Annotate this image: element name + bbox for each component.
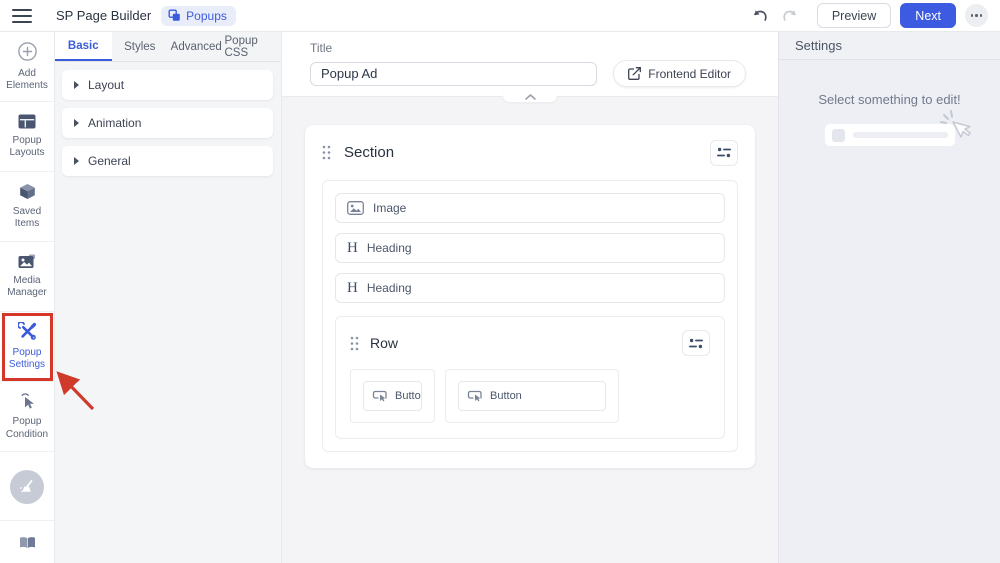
plus-circle-icon <box>17 41 38 62</box>
element-image[interactable]: Image <box>335 193 725 223</box>
skeleton-line <box>853 132 948 138</box>
element-label: Heading <box>367 241 412 255</box>
row-options-button[interactable] <box>682 330 710 356</box>
popup-title-input[interactable] <box>310 62 597 86</box>
title-label: Title <box>310 41 746 55</box>
layout-icon <box>18 114 36 129</box>
drag-handle-icon[interactable] <box>322 145 331 160</box>
edit-external-icon <box>628 67 641 80</box>
cleaner-avatar-button[interactable] <box>10 470 44 504</box>
frontend-editor-label: Frontend Editor <box>648 67 731 81</box>
skeleton-bar <box>825 124 955 146</box>
sidebar-item-label: Popup Settings <box>2 347 52 372</box>
preview-button[interactable]: Preview <box>817 3 891 28</box>
popups-badge-label: Popups <box>186 9 227 23</box>
image-icon <box>347 201 364 215</box>
row-column: Butto <box>350 369 435 423</box>
sidebar-item-label: Saved Items <box>2 206 52 231</box>
heading-icon: H <box>347 241 358 256</box>
element-heading[interactable]: H Heading <box>335 233 725 263</box>
sidebar-item-label: Popup Layouts <box>2 135 52 160</box>
sidebar-item-popup-condition[interactable]: Popup Condition <box>0 382 54 452</box>
heading-icon: H <box>347 281 358 296</box>
accordion-animation[interactable]: Animation <box>62 108 273 138</box>
frontend-editor-button[interactable]: Frontend Editor <box>613 60 746 87</box>
settings-panel: Settings Select something to edit! <box>778 32 1000 563</box>
tools-icon <box>18 322 37 341</box>
sidebar-item-label: Add Elements <box>2 68 52 93</box>
empty-state-message: Select something to edit! <box>779 92 1000 107</box>
element-label: Butto <box>395 390 421 402</box>
sidebar-item-popup-layouts[interactable]: Popup Layouts <box>0 102 54 172</box>
popups-badge[interactable]: Popups <box>161 6 236 26</box>
sidebar-item-add-elements[interactable]: Add Elements <box>0 32 54 102</box>
element-button[interactable]: Button <box>458 381 606 411</box>
cube-icon <box>19 183 36 200</box>
app-title: SP Page Builder <box>56 8 151 23</box>
sidebar-item-saved-items[interactable]: Saved Items <box>0 172 54 242</box>
element-heading[interactable]: H Heading <box>335 273 725 303</box>
caret-right-icon <box>74 157 79 165</box>
skeleton-square <box>832 129 845 142</box>
tab-bar: Basic Styles Advanced Popup CSS <box>55 32 281 62</box>
top-bar: SP Page Builder Popups Preview Next <box>0 0 1000 32</box>
caret-right-icon <box>74 81 79 89</box>
settings-tab-panel: Basic Styles Advanced Popup CSS Layout A… <box>55 32 282 563</box>
undo-icon[interactable] <box>752 9 769 22</box>
section-title: Section <box>344 144 394 161</box>
sidebar-item-label: Popup Condition <box>2 416 52 441</box>
menu-icon[interactable] <box>12 9 32 23</box>
element-label: Image <box>373 201 406 215</box>
sliders-icon <box>717 147 731 158</box>
sidebar-item-popup-settings[interactable]: Popup Settings <box>0 312 54 382</box>
broom-icon <box>19 479 35 495</box>
accordion-label: Layout <box>88 78 124 92</box>
row-block: Row <box>335 316 725 439</box>
button-icon <box>372 390 388 402</box>
tab-popup-css[interactable]: Popup CSS <box>225 32 282 61</box>
book-icon <box>19 536 36 549</box>
tab-styles[interactable]: Styles <box>112 32 169 61</box>
accordion-label: General <box>88 154 131 168</box>
collapse-header-button[interactable] <box>503 88 557 102</box>
row-column: Button <box>445 369 619 423</box>
accordion-label: Animation <box>88 116 141 130</box>
settings-panel-title: Settings <box>779 32 1000 60</box>
element-label: Heading <box>367 281 412 295</box>
documentation-button[interactable] <box>0 520 54 563</box>
row-title: Row <box>370 335 398 351</box>
popup-window-icon <box>168 9 181 22</box>
tab-basic[interactable]: Basic <box>55 32 112 61</box>
media-image-icon <box>18 254 36 269</box>
drag-handle-icon[interactable] <box>350 336 359 351</box>
accordion-layout[interactable]: Layout <box>62 70 273 100</box>
button-icon <box>467 390 483 402</box>
tab-advanced[interactable]: Advanced <box>168 32 225 61</box>
sidebar-item-media-manager[interactable]: Media Manager <box>0 242 54 312</box>
element-label: Button <box>490 390 522 402</box>
redo-icon[interactable] <box>781 9 798 22</box>
section-content: Image H Heading H Heading <box>322 180 738 452</box>
section-options-button[interactable] <box>710 140 738 166</box>
chevron-up-icon <box>525 94 536 100</box>
caret-right-icon <box>74 119 79 127</box>
left-sidebar: Add Elements Popup Layouts Saved Items M… <box>0 32 55 563</box>
cursor-click-icon <box>940 109 976 151</box>
element-button[interactable]: Butto <box>363 381 422 411</box>
sidebar-item-label: Media Manager <box>2 275 52 300</box>
more-options-button[interactable] <box>965 4 988 27</box>
sliders-icon <box>689 338 703 349</box>
section-block: Section Image H He <box>305 125 755 468</box>
empty-state-illustration <box>825 123 955 149</box>
accordion-general[interactable]: General <box>62 146 273 176</box>
click-pointer-icon <box>19 392 35 410</box>
next-button[interactable]: Next <box>900 3 956 28</box>
editor-canvas: Title Frontend Editor <box>282 32 778 563</box>
